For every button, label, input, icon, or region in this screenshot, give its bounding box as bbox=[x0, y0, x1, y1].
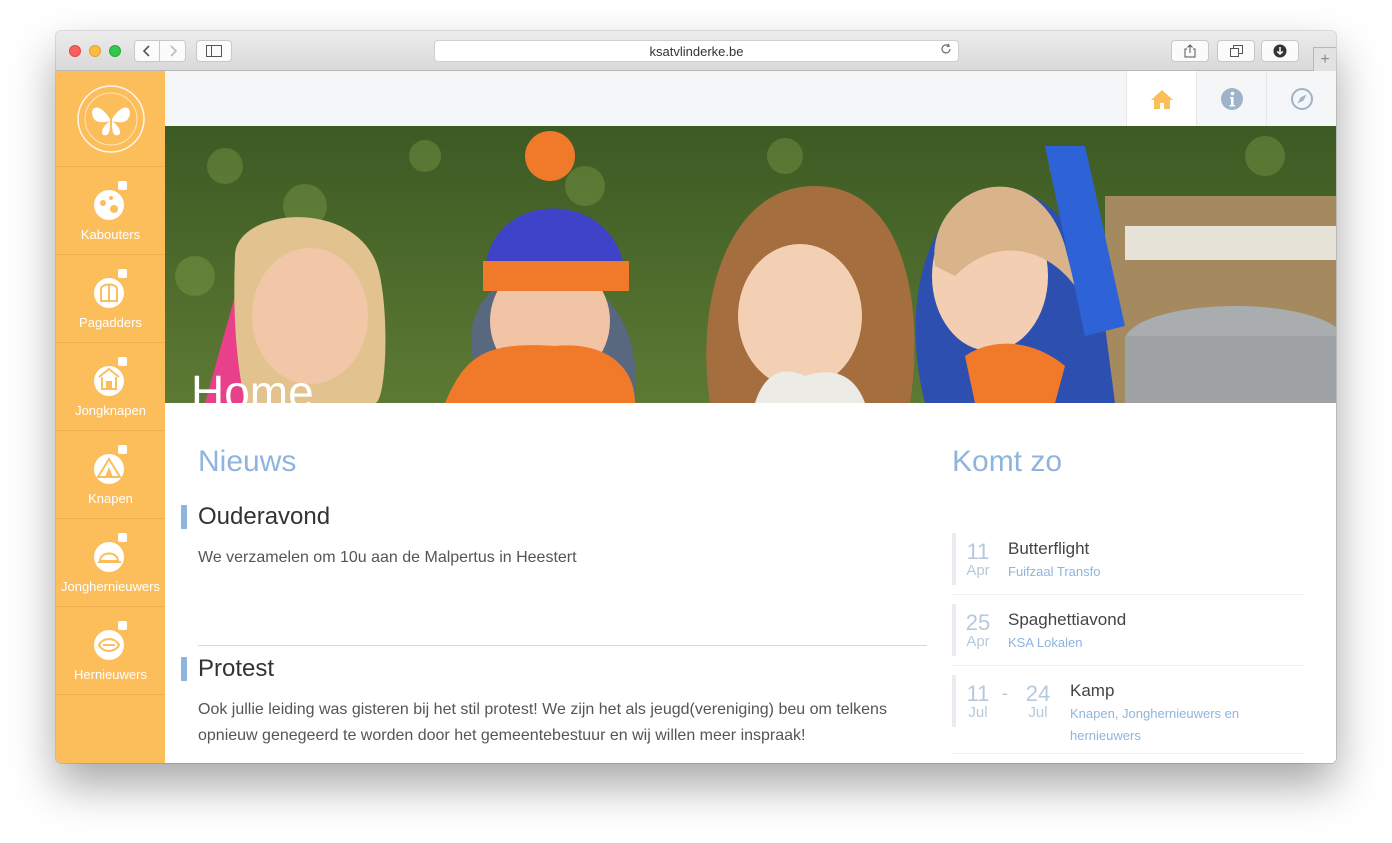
event-name[interactable]: Kamp bbox=[1070, 681, 1114, 701]
compass-icon bbox=[1290, 87, 1313, 110]
info-icon bbox=[1220, 87, 1243, 110]
browser-window: ksatvlinderke.be + Kabouters Pagadders J… bbox=[56, 31, 1336, 763]
event-month: Apr bbox=[966, 633, 990, 650]
sidebar-item-label: Kabouters bbox=[80, 227, 141, 242]
home-icon bbox=[1150, 89, 1173, 109]
plus-icon: + bbox=[1320, 50, 1330, 68]
sidebar-item-label: Jongknapen bbox=[75, 403, 146, 418]
page-title: Home bbox=[191, 366, 314, 403]
event-location: Fuifzaal Transfo bbox=[1008, 564, 1101, 579]
sidebar-item-label: Pagadders bbox=[79, 315, 142, 330]
sidebar-item-knapen[interactable]: Knapen bbox=[56, 431, 165, 519]
hernieuwers-icon bbox=[93, 621, 127, 660]
news-heading: Nieuws bbox=[198, 445, 297, 478]
main-content: Nieuws Ouderavond We verzamelen om 10u a… bbox=[165, 403, 1336, 763]
sidebar-item-kabouters[interactable]: Kabouters bbox=[56, 167, 165, 255]
site-logo[interactable] bbox=[56, 71, 165, 167]
event-month: Jul bbox=[1028, 704, 1048, 721]
butterfly-logo-icon bbox=[76, 84, 145, 153]
pagadders-icon bbox=[93, 269, 127, 308]
reload-icon[interactable] bbox=[940, 43, 952, 58]
download-icon bbox=[1273, 44, 1287, 58]
nav-info-button[interactable] bbox=[1196, 71, 1266, 126]
share-icon bbox=[1184, 44, 1196, 58]
event-location: KSA Lokalen bbox=[1008, 635, 1083, 650]
event-date: 25 Apr bbox=[964, 612, 992, 650]
event-day: 11 bbox=[966, 539, 990, 564]
sidebar-item-pagadders[interactable]: Pagadders bbox=[56, 255, 165, 343]
sidebar-item-hernieuwers[interactable]: Hernieuwers bbox=[56, 607, 165, 695]
chevron-right-icon bbox=[169, 45, 177, 57]
news-post-title[interactable]: Ouderavond bbox=[181, 503, 928, 531]
event-location: Knapen, Jonghernieuwers en hernieuwers bbox=[1070, 706, 1240, 743]
hero-photo-image bbox=[165, 126, 1336, 403]
sidebar-item-jongknapen[interactable]: Jongknapen bbox=[56, 343, 165, 431]
upcoming-heading: Komt zo bbox=[952, 445, 1063, 478]
event-name[interactable]: Butterflight bbox=[1008, 539, 1089, 559]
event-day: 25 bbox=[965, 610, 991, 635]
nav-home-button[interactable] bbox=[1126, 71, 1196, 126]
events-list: 11 Apr Butterflight Fuifzaal Transfo 25 … bbox=[952, 533, 1304, 754]
event-day: 24 bbox=[1025, 681, 1051, 706]
event-day: 11 bbox=[966, 681, 990, 706]
sidebar-item-label: Hernieuwers bbox=[74, 667, 147, 682]
event-date: 11 Apr bbox=[964, 541, 992, 579]
show-tabs-button[interactable] bbox=[1217, 40, 1255, 62]
hero-banner: Home bbox=[165, 126, 1336, 403]
event-end-date: 24 Jul bbox=[1024, 683, 1052, 721]
event-bar bbox=[952, 604, 956, 656]
event-item[interactable]: 25 Apr Spaghettiavond KSA Lokalen bbox=[952, 595, 1304, 666]
share-button[interactable] bbox=[1171, 40, 1209, 62]
section-sidebar: Kabouters Pagadders Jongknapen Knapen Jo… bbox=[56, 71, 165, 763]
downloads-button[interactable] bbox=[1261, 40, 1299, 62]
event-month: Jul bbox=[968, 704, 988, 721]
jongknapen-icon bbox=[93, 357, 127, 396]
event-start-date: 11 Jul bbox=[964, 683, 992, 721]
knapen-icon bbox=[93, 445, 127, 484]
back-button[interactable] bbox=[134, 40, 160, 62]
top-navigation bbox=[165, 71, 1336, 126]
event-date-separator: - bbox=[1002, 683, 1008, 703]
sidebar-icon bbox=[206, 45, 222, 57]
news-post-title[interactable]: Protest bbox=[181, 655, 928, 683]
jonghernieuwers-icon bbox=[93, 533, 127, 572]
browser-titlebar: ksatvlinderke.be + bbox=[56, 31, 1336, 71]
news-post: Ouderavond We verzamelen om 10u aan de M… bbox=[181, 503, 928, 571]
sidebar-item-jonghernieuwers[interactable]: Jonghernieuwers bbox=[56, 519, 165, 607]
address-bar[interactable]: ksatvlinderke.be bbox=[434, 40, 959, 62]
close-window-button[interactable] bbox=[69, 45, 81, 57]
url-text: ksatvlinderke.be bbox=[649, 43, 744, 59]
sidebar-item-label: Knapen bbox=[88, 491, 133, 506]
event-bar bbox=[952, 675, 956, 727]
chevron-left-icon bbox=[142, 45, 150, 57]
maximize-window-button[interactable] bbox=[109, 45, 121, 57]
event-item[interactable]: 11 Apr Butterflight Fuifzaal Transfo bbox=[952, 533, 1304, 595]
event-name[interactable]: Spaghettiavond bbox=[1008, 610, 1126, 630]
event-item[interactable]: 11 Jul - 24 Jul Kamp Knapen, Jonghernieu… bbox=[952, 666, 1304, 754]
minimize-window-button[interactable] bbox=[89, 45, 101, 57]
divider bbox=[198, 645, 927, 646]
event-bar bbox=[952, 533, 956, 585]
tabs-icon bbox=[1229, 45, 1243, 57]
news-post-body: Ook jullie leiding was gisteren bij het … bbox=[198, 701, 887, 744]
kabouters-icon bbox=[93, 181, 127, 220]
event-month: Apr bbox=[966, 562, 990, 579]
forward-button[interactable] bbox=[160, 40, 186, 62]
news-post: Protest Ook jullie leiding was gisteren … bbox=[181, 655, 928, 749]
news-post-body: We verzamelen om 10u aan de Malpertus in… bbox=[198, 549, 577, 566]
new-tab-button[interactable]: + bbox=[1313, 47, 1336, 71]
sidebar-toggle-button[interactable] bbox=[196, 40, 232, 62]
sidebar-item-label: Jonghernieuwers bbox=[60, 579, 160, 594]
nav-compass-button[interactable] bbox=[1266, 71, 1336, 126]
